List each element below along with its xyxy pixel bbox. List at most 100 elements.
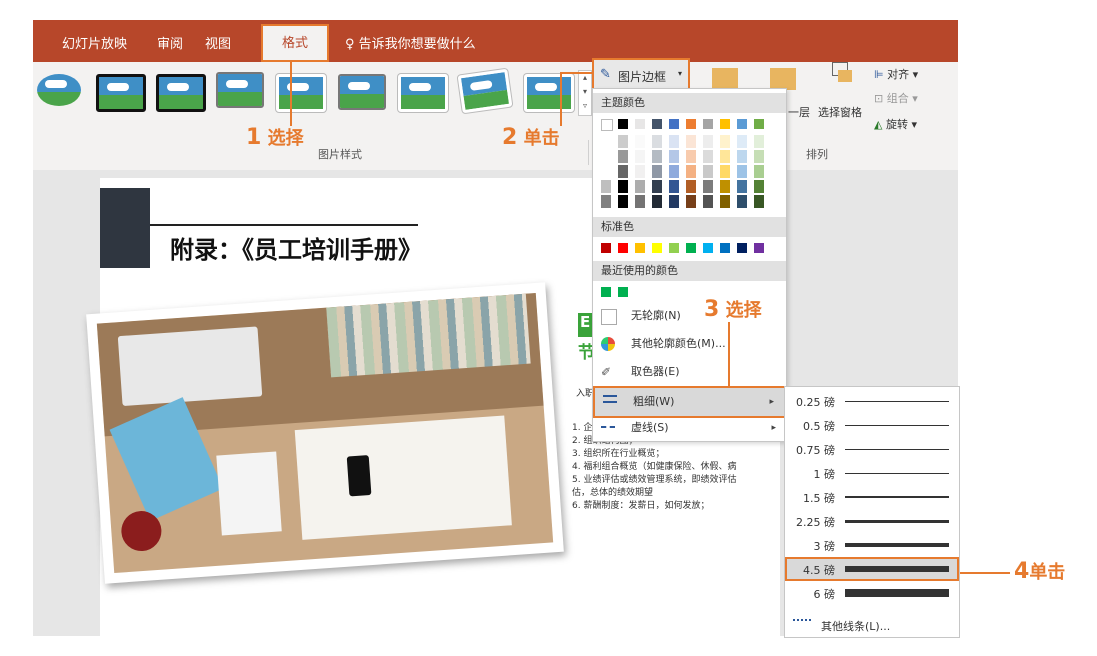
theme-color-swatch[interactable]: [686, 119, 696, 129]
weight-option[interactable]: 3 磅: [785, 533, 959, 557]
theme-color-swatch[interactable]: [737, 119, 747, 129]
weight-option[interactable]: 4.5 磅: [785, 557, 959, 581]
theme-color-swatch[interactable]: [669, 195, 679, 208]
tab-review[interactable]: 审阅: [157, 33, 183, 52]
theme-color-swatch[interactable]: [720, 180, 730, 193]
theme-color-swatch[interactable]: [618, 135, 628, 148]
theme-color-swatch[interactable]: [635, 150, 645, 163]
theme-color-swatch[interactable]: [737, 165, 747, 178]
weight-option[interactable]: 1 磅: [785, 461, 959, 485]
standard-color-swatch[interactable]: [686, 243, 696, 253]
tab-slideshow[interactable]: 幻灯片放映: [62, 33, 127, 52]
theme-color-swatch[interactable]: [635, 165, 645, 178]
theme-color-swatch[interactable]: [652, 165, 662, 178]
theme-color-swatch[interactable]: [720, 119, 730, 129]
theme-color-swatch[interactable]: [703, 180, 713, 193]
theme-color-swatch[interactable]: [720, 195, 730, 208]
theme-color-swatch[interactable]: [686, 180, 696, 193]
theme-color-swatch[interactable]: [754, 135, 764, 148]
theme-color-swatch[interactable]: [703, 195, 713, 208]
send-backward-label[interactable]: 一层: [788, 104, 810, 120]
theme-color-swatch[interactable]: [720, 135, 730, 148]
tell-me-search[interactable]: ♀ 告诉我你想要做什么: [345, 33, 476, 52]
theme-color-swatch[interactable]: [754, 119, 764, 129]
theme-color-swatch[interactable]: [635, 180, 645, 193]
theme-color-swatch[interactable]: [754, 165, 764, 178]
weight-option[interactable]: 1.5 磅: [785, 485, 959, 509]
weight-option[interactable]: 0.5 磅: [785, 413, 959, 437]
style-white-frame-thumbnail[interactable]: [398, 74, 448, 112]
eyedropper-item[interactable]: ✐ 取色器(E): [593, 361, 786, 383]
theme-color-swatch[interactable]: [652, 180, 662, 193]
style-soft-edge-thumbnail[interactable]: [216, 72, 264, 108]
theme-color-swatch[interactable]: [669, 135, 679, 148]
theme-color-swatch[interactable]: [754, 150, 764, 163]
theme-color-swatch[interactable]: [686, 150, 696, 163]
theme-color-swatch[interactable]: [754, 195, 764, 208]
styles-gallery-scroll[interactable]: ▴ ▾ ▿: [578, 70, 592, 116]
theme-color-swatch[interactable]: [720, 150, 730, 163]
theme-color-swatch[interactable]: [737, 135, 747, 148]
more-outline-colors-item[interactable]: 其他轮廓颜色(M)...: [593, 333, 786, 355]
theme-color-swatch[interactable]: [652, 119, 662, 129]
standard-color-swatch[interactable]: [601, 243, 611, 253]
theme-color-swatch[interactable]: [635, 135, 645, 148]
bring-forward-icon[interactable]: [712, 68, 738, 90]
theme-color-swatch[interactable]: [669, 180, 679, 193]
theme-color-swatch[interactable]: [618, 165, 628, 178]
theme-color-swatch[interactable]: [669, 150, 679, 163]
recent-color-swatch[interactable]: [601, 287, 611, 297]
style-rounded-thumbnail[interactable]: [338, 74, 386, 110]
rotate-button[interactable]: ◭ 旋转 ▾: [874, 116, 917, 132]
standard-color-swatch[interactable]: [703, 243, 713, 253]
style-rotated-thumbnail[interactable]: [457, 68, 513, 114]
standard-color-swatch[interactable]: [669, 243, 679, 253]
theme-color-swatch[interactable]: [618, 195, 628, 208]
theme-color-swatch[interactable]: [601, 150, 611, 163]
style-oval-thumbnail[interactable]: [37, 74, 81, 106]
theme-color-swatch[interactable]: [703, 119, 713, 129]
theme-color-swatch[interactable]: [652, 195, 662, 208]
theme-color-swatch[interactable]: [720, 165, 730, 178]
theme-color-swatch[interactable]: [669, 165, 679, 178]
theme-color-swatch[interactable]: [635, 195, 645, 208]
style-thick-frame-thumbnail[interactable]: [156, 74, 206, 112]
dashes-item[interactable]: 虚线(S) ▸: [593, 417, 786, 439]
standard-color-swatch[interactable]: [720, 243, 730, 253]
style-perspective-thumbnail[interactable]: [524, 74, 574, 112]
slide-title[interactable]: 附录：《员工培训手册》: [170, 230, 422, 265]
standard-color-swatch[interactable]: [618, 243, 628, 253]
theme-color-swatch[interactable]: [601, 180, 611, 193]
group-button[interactable]: ⊡ 组合 ▾: [874, 90, 918, 106]
theme-color-swatch[interactable]: [652, 150, 662, 163]
style-shadow-thumbnail[interactable]: [276, 74, 326, 112]
more-lines-item[interactable]: 其他线条(L)...: [785, 613, 959, 637]
weight-option[interactable]: 0.25 磅: [785, 389, 959, 413]
selection-pane-button[interactable]: 选择窗格: [818, 104, 862, 120]
selected-picture[interactable]: [86, 282, 564, 584]
theme-color-swatch[interactable]: [652, 135, 662, 148]
theme-color-swatch[interactable]: [754, 180, 764, 193]
standard-color-swatch[interactable]: [737, 243, 747, 253]
align-button[interactable]: ⊫ 对齐 ▾: [874, 66, 918, 82]
theme-color-swatch[interactable]: [737, 180, 747, 193]
theme-color-swatch[interactable]: [669, 119, 679, 129]
standard-color-swatch[interactable]: [635, 243, 645, 253]
weight-item[interactable]: 粗细(W) ▸: [593, 386, 786, 418]
weight-option[interactable]: 2.25 磅: [785, 509, 959, 533]
theme-color-swatch[interactable]: [686, 165, 696, 178]
theme-color-swatch[interactable]: [737, 195, 747, 208]
theme-color-swatch[interactable]: [601, 195, 611, 208]
tab-format[interactable]: 格式: [261, 24, 329, 62]
theme-color-swatch[interactable]: [686, 195, 696, 208]
standard-color-swatch[interactable]: [754, 243, 764, 253]
picture-border-button[interactable]: ✎ 图片边框 ▾: [592, 58, 690, 90]
theme-color-swatch[interactable]: [601, 135, 611, 148]
theme-color-swatch[interactable]: [686, 135, 696, 148]
weight-option[interactable]: 0.75 磅: [785, 437, 959, 461]
standard-color-swatch[interactable]: [652, 243, 662, 253]
theme-color-swatch[interactable]: [703, 135, 713, 148]
style-black-frame-thumbnail[interactable]: [96, 74, 146, 112]
theme-color-swatch[interactable]: [703, 150, 713, 163]
theme-color-swatch[interactable]: [601, 165, 611, 178]
